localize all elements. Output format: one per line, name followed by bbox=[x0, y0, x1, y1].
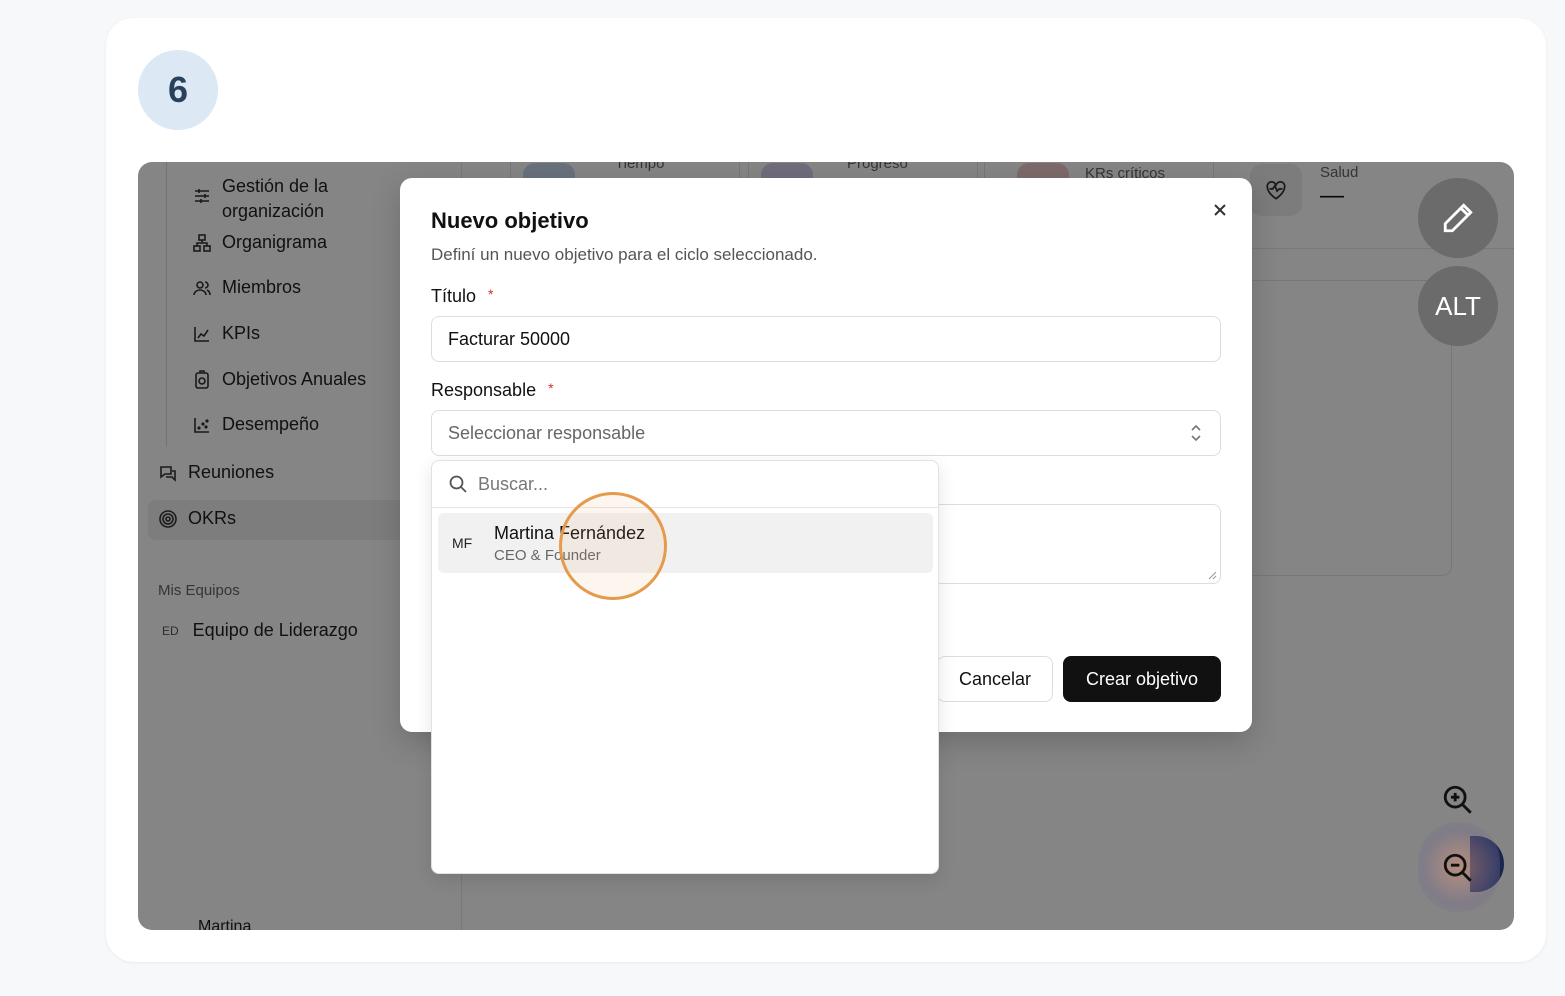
zoom-in-icon bbox=[1443, 785, 1472, 814]
create-objective-button[interactable]: Crear objetivo bbox=[1063, 656, 1221, 702]
required-mark: * bbox=[548, 380, 554, 396]
owner-field-label: Responsable * bbox=[431, 380, 554, 401]
edit-button[interactable] bbox=[1418, 178, 1498, 258]
zoom-out-icon bbox=[1443, 853, 1472, 882]
modal-description: Definí un nuevo objetivo para el ciclo s… bbox=[431, 245, 818, 264]
cancel-button[interactable]: Cancelar bbox=[937, 656, 1053, 702]
owner-select-placeholder: Seleccionar responsable bbox=[448, 422, 646, 443]
zoom-out-button[interactable] bbox=[1436, 846, 1480, 890]
title-field-label: Título * bbox=[431, 286, 493, 307]
required-mark: * bbox=[488, 286, 494, 302]
pencil-icon bbox=[1443, 203, 1473, 233]
dropdown-search[interactable]: Buscar... bbox=[432, 461, 938, 508]
alt-button[interactable]: ALT bbox=[1418, 266, 1498, 346]
option-initials: MF bbox=[452, 535, 473, 551]
chevrons-up-down-icon bbox=[1191, 424, 1201, 442]
resize-grip-icon bbox=[1208, 571, 1217, 580]
search-icon bbox=[449, 475, 467, 493]
search-placeholder: Buscar... bbox=[478, 473, 549, 494]
owner-select[interactable]: Seleccionar responsable bbox=[431, 410, 1221, 456]
zoom-in-button[interactable] bbox=[1436, 778, 1480, 822]
click-indicator bbox=[559, 492, 667, 600]
step-badge: 6 bbox=[138, 50, 218, 130]
modal-title: Nuevo objetivo bbox=[431, 208, 589, 233]
close-icon bbox=[1214, 204, 1226, 216]
close-button[interactable] bbox=[1208, 198, 1232, 222]
owner-label-text: Responsable bbox=[431, 380, 537, 400]
title-label-text: Título bbox=[431, 286, 477, 306]
title-input[interactable]: Facturar 50000 bbox=[431, 316, 1221, 362]
dropdown-option[interactable]: MF Martina Fernández CEO & Founder bbox=[438, 513, 933, 573]
owner-dropdown: Buscar... MF Martina Fernández CEO & Fou… bbox=[431, 460, 939, 874]
